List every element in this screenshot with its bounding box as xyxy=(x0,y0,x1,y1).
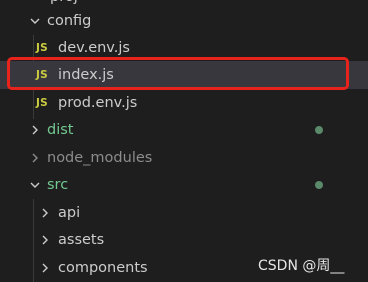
tree-item-label: prod.env.js xyxy=(58,95,138,111)
chevron-right-icon xyxy=(29,124,41,136)
chevron-right-icon xyxy=(29,152,41,164)
tree-item-label: config xyxy=(47,13,92,29)
tree-item-config-folder[interactable]: config xyxy=(0,7,368,35)
tree-item-label: index.js xyxy=(58,67,114,83)
tree-item-label: api xyxy=(58,205,81,221)
chevron-right-icon xyxy=(39,262,51,274)
js-file-icon: JS xyxy=(36,42,48,54)
tree-item-src-folder[interactable]: src xyxy=(0,171,368,199)
chevron-right-icon xyxy=(39,234,51,246)
tree-item-label: assets xyxy=(58,232,105,248)
tree-item-label: src xyxy=(47,177,69,193)
tree-item-dist-folder[interactable]: dist xyxy=(0,116,368,144)
git-status-dot xyxy=(315,181,323,189)
tree-item-dev-env-js[interactable]: JS dev.env.js xyxy=(0,34,368,62)
js-file-icon: JS xyxy=(36,97,48,109)
tree-item-label: dev.env.js xyxy=(58,40,130,56)
tree-item-index-js[interactable]: JS index.js xyxy=(0,61,368,89)
clipped-folder-label: proj xyxy=(50,0,78,5)
js-file-icon: JS xyxy=(36,69,48,81)
git-status-dot xyxy=(315,126,323,134)
chevron-down-icon xyxy=(29,15,41,27)
tree-item-api-folder[interactable]: api xyxy=(0,199,368,227)
watermark-text: CSDN @周__ xyxy=(258,258,345,274)
tree-item-assets-folder[interactable]: assets xyxy=(0,226,368,254)
tree-item-label: dist xyxy=(47,122,74,138)
tree-item-label: components xyxy=(58,260,148,276)
tree-item-node-modules-folder[interactable]: node_modules xyxy=(0,144,368,172)
tree-item-label: node_modules xyxy=(47,150,153,166)
chevron-down-icon xyxy=(29,179,41,191)
chevron-right-icon xyxy=(39,207,51,219)
tree-item-prod-env-js[interactable]: JS prod.env.js xyxy=(0,89,368,117)
file-explorer-tree: proj config JS dev.env.js JS index.js JS… xyxy=(0,0,368,282)
